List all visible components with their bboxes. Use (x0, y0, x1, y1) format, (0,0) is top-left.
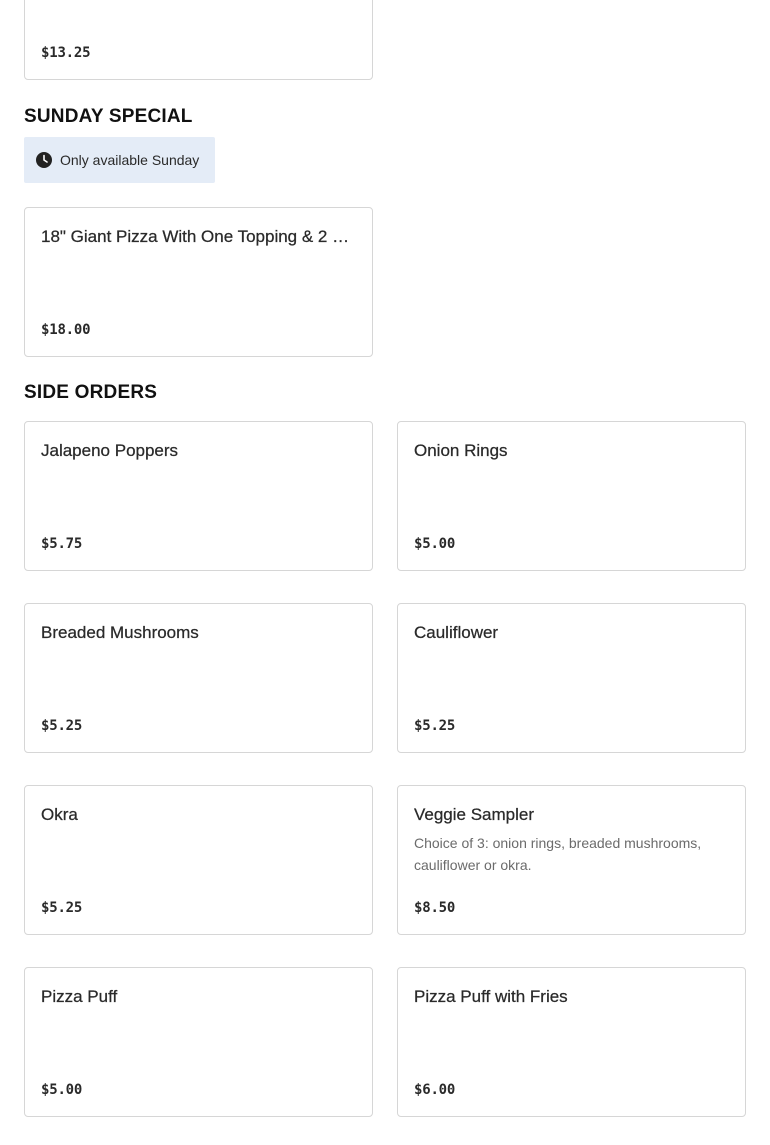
menu-item-card[interactable]: Pizza Puff with Fries $6.00 (397, 967, 746, 1117)
menu-item-name: Breaded Mushrooms (41, 623, 199, 642)
menu-item-card[interactable]: Pizza Puff $5.00 (24, 967, 373, 1117)
menu-item-name: Cauliflower (414, 623, 499, 642)
clock-icon (36, 152, 52, 168)
menu-item-description: Choice of 3: onion rings, breaded mushro… (414, 835, 702, 873)
menu-item-card[interactable]: Veggie Sampler Choice of 3: onion rings,… (397, 785, 746, 935)
menu-item-price: $5.25 (41, 718, 83, 734)
menu-item-card[interactable]: Onion Rings $5.00 (397, 421, 746, 571)
menu-item-price: $6.00 (414, 1082, 456, 1098)
menu-item-name: Onion Rings (414, 441, 508, 460)
menu-item-card[interactable]: $13.25 (24, 0, 373, 80)
menu-item-price: $5.25 (41, 900, 83, 916)
section-title-sunday-special: SUNDAY SPECIAL (24, 106, 193, 127)
menu-item-price: $5.00 (414, 536, 456, 552)
menu-item-name: 18" Giant Pizza With One Topping & 2 Lit… (41, 227, 356, 246)
menu-item-card[interactable]: 18" Giant Pizza With One Topping & 2 Lit… (24, 207, 373, 357)
menu-item-card[interactable]: Breaded Mushrooms $5.25 (24, 603, 373, 753)
menu-item-price: $5.00 (41, 1082, 83, 1098)
menu-item-price: $18.00 (41, 322, 91, 338)
menu-item-price: $8.50 (414, 900, 456, 916)
menu-item-price: $5.25 (414, 718, 456, 734)
menu-item-name: Pizza Puff (41, 987, 118, 1006)
menu-item-name: Pizza Puff with Fries (414, 987, 568, 1006)
menu-item-price: $13.25 (41, 45, 91, 61)
availability-label: Only available Sunday (60, 152, 200, 168)
menu-item-card[interactable]: Cauliflower $5.25 (397, 603, 746, 753)
menu-item-price: $5.75 (41, 536, 83, 552)
section-title-side-orders: SIDE ORDERS (24, 382, 158, 403)
menu-item-card[interactable]: Okra $5.25 (24, 785, 373, 935)
menu-item-name: Jalapeno Poppers (41, 441, 179, 460)
menu-item-name: Veggie Sampler (414, 805, 535, 824)
menu-item-name: Okra (41, 805, 78, 824)
menu-item-card[interactable]: Jalapeno Poppers $5.75 (24, 421, 373, 571)
availability-badge: Only available Sunday (24, 137, 215, 183)
